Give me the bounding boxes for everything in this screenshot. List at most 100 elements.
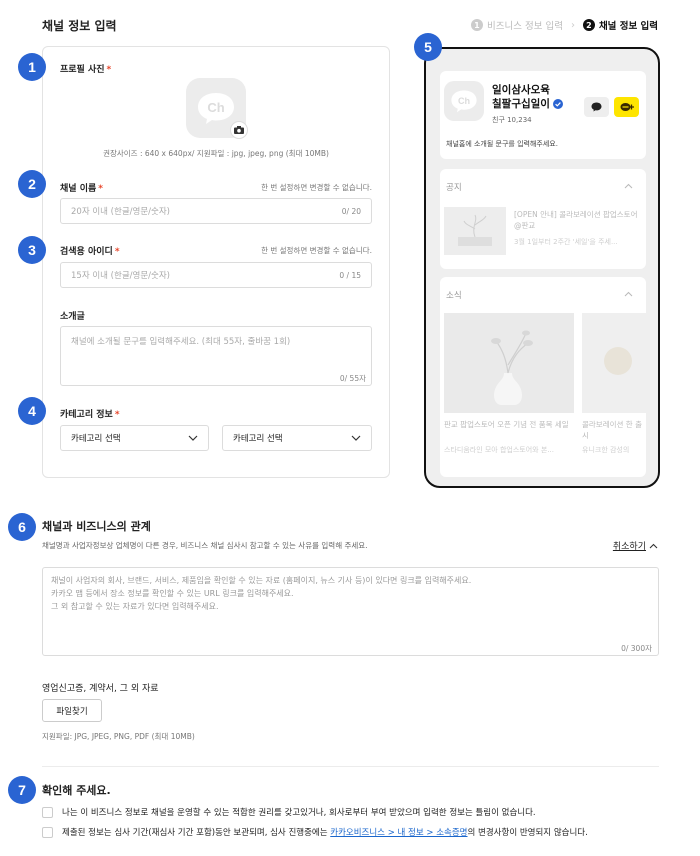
badge-7: 7 — [8, 776, 36, 804]
channel-placeholder-icon: Ch — [198, 93, 234, 124]
search-id-input[interactable]: 15자 이내 (한글/영문/숫자) 0 / 15 — [60, 262, 372, 288]
search-id-note: 한 번 설정하면 변경할 수 없습니다. — [261, 246, 372, 255]
channel-name-note: 한 번 설정하면 변경할 수 없습니다. — [261, 183, 372, 192]
preview-avatar: Ch — [444, 81, 484, 121]
preview-channel-name-line2: 칠팔구십일이 — [492, 98, 550, 110]
channel-preview-phone: Ch 일이삼사오육 칠팔구십일이 친구 10,234 채널홈에 소개될 문구를 … — [424, 47, 660, 488]
required-mark: * — [114, 410, 120, 420]
relation-counter: 0/ 300자 — [621, 644, 652, 653]
search-id-label-text: 검색용 아이디 — [60, 247, 113, 257]
preview-add-friend-button[interactable] — [614, 97, 639, 117]
preview-channel-name-line2-row: 칠팔구십일이 — [492, 97, 563, 111]
category-select-secondary-value: 카테고리 선택 — [233, 434, 283, 444]
confirm-check-1-text: 나는 이 비즈니스 정보로 채널을 운영할 수 있는 적합한 권리를 갖고있거나… — [62, 808, 536, 818]
badge-3: 3 — [18, 236, 46, 264]
vase-photo-image — [444, 313, 574, 413]
badge-6: 6 — [8, 513, 36, 541]
file-find-button[interactable]: 파일찾기 — [42, 699, 102, 722]
confirm-check-2-text: 제출된 정보는 심사 기간(재심사 기간 포함)동안 보관되며, 심사 진행중에… — [62, 826, 588, 838]
category-select-secondary[interactable]: 카테고리 선택 — [222, 425, 372, 451]
preview-news-item-1-sub: 스타디움라인 모아 합업스토어와 본... — [444, 446, 554, 454]
step-1-number: 1 — [470, 19, 483, 31]
required-mark: * — [98, 184, 103, 194]
relation-section-desc: 채널명과 사업자정보상 업체명이 다른 경우, 비즈니스 채널 심사시 참고할 … — [42, 541, 368, 550]
preview-notice-card: 공지 [OPEN 안내] 콜라보레이션 팝업스토어 @판교 3월 1일부터 2주… — [440, 169, 646, 269]
step-1: 1 비즈니스 정보 입력 — [470, 18, 563, 32]
page-title: 채널 정보 입력 — [42, 19, 117, 33]
section-divider — [42, 766, 659, 767]
confirm-check-1-row: 나는 이 비즈니스 정보로 채널을 운영할 수 있는 적합한 권리를 갖고있거나… — [42, 806, 536, 818]
confirm-check-2-row: 제출된 정보는 심사 기간(재심사 기간 포함)동안 보관되며, 심사 진행중에… — [42, 826, 588, 838]
step-1-label: 비즈니스 정보 입력 — [486, 21, 563, 32]
preview-news-title: 소식 — [446, 291, 462, 301]
documents-label: 영업신고증, 계약서, 그 외 자료 — [42, 684, 159, 694]
search-id-counter: 0 / 15 — [339, 270, 361, 280]
chevron-down-icon — [188, 435, 198, 441]
preview-notice-thumbnail — [444, 207, 506, 255]
preview-notice-post-sub: 3월 1일부터 2주간 '세일'을 주세... — [514, 238, 618, 246]
preview-news-image-1 — [444, 313, 574, 413]
preview-friends-count: 친구 10,234 — [492, 116, 532, 124]
notice-photo-image — [444, 207, 506, 255]
file-hint: 지원파일: JPG, JPEG, PNG, PDF (최대 10MB) — [42, 732, 195, 741]
preview-news-item-2-title: 콜라보레이션 한 출시 — [582, 420, 642, 440]
preview-channel-name: 일이삼사오육 칠팔구십일이 — [492, 83, 563, 111]
confirm-check-2-post: 의 변경사항이 반영되지 않습니다. — [467, 828, 588, 838]
category-label: 카테고리 정보 * — [60, 407, 120, 420]
chevron-up-icon — [649, 543, 658, 548]
avatar-text: Ch — [207, 100, 224, 115]
step-2-label: 채널 정보 입력 — [598, 21, 658, 32]
confirm-check-1[interactable] — [42, 806, 53, 818]
intro-textarea[interactable]: 채널에 소개될 문구를 입력해주세요. (최대 55자, 줄바꿈 1회) — [60, 326, 372, 386]
profile-photo-label: 프로필 사진 * — [60, 62, 111, 75]
preview-channel-name-line1: 일이삼사오육 — [492, 84, 550, 96]
channel-name-input[interactable]: 20자 이내 (한글/영문/숫자) 0/ 20 — [60, 198, 372, 224]
profile-photo-label-text: 프로필 사진 — [60, 65, 105, 75]
verified-badge-icon — [552, 99, 563, 109]
relation-cancel-label: 취소하기 — [612, 542, 646, 552]
chat-bubble-icon — [591, 102, 602, 112]
channel-name-label: 채널 이름 * — [60, 181, 103, 194]
category-label-text: 카테고리 정보 — [60, 410, 113, 420]
badge-2: 2 — [18, 170, 46, 198]
required-mark: * — [114, 247, 120, 257]
preview-avatar-text: Ch — [458, 96, 470, 106]
relation-cancel-link[interactable]: 취소하기 — [613, 539, 658, 552]
preview-notice-title: 공지 — [446, 183, 462, 193]
relation-textarea[interactable]: 채널이 사업자의 회사, 브랜드, 서비스, 제품임을 확인할 수 있는 자료 … — [42, 567, 659, 656]
preview-profile-card: Ch 일이삼사오육 칠팔구십일이 친구 10,234 채널홈에 소개될 문구를 … — [440, 71, 646, 159]
channel-name-placeholder: 20자 이내 (한글/영문/숫자) — [71, 207, 170, 217]
camera-icon — [234, 126, 244, 134]
relation-section-title: 채널과 비즈니스의 관계 — [42, 520, 151, 533]
intro-label: 소개글 — [60, 312, 85, 322]
channel-name-counter: 0/ 20 — [341, 206, 361, 216]
chevron-down-icon — [351, 435, 361, 441]
channel-name-label-text: 채널 이름 — [60, 184, 97, 194]
chevron-up-icon — [624, 291, 633, 297]
camera-button[interactable] — [230, 121, 248, 139]
step-separator-icon: › — [570, 19, 575, 31]
relation-placeholder-line-2: 카카오 맵 등에서 장소 정보를 확인할 수 있는 URL 링크를 입력해주세요… — [51, 589, 294, 598]
relation-placeholder-line-1: 채널이 사업자의 회사, 브랜드, 서비스, 제품임을 확인할 수 있는 자료 … — [51, 576, 472, 585]
preview-news-image-2 — [582, 313, 646, 413]
product-photo-image — [582, 313, 646, 413]
channel-placeholder-icon: Ch — [451, 90, 477, 113]
search-id-label: 검색용 아이디 * — [60, 244, 120, 257]
preview-chat-button[interactable] — [584, 97, 609, 117]
confirm-section-title: 확인해 주세요. — [42, 784, 111, 797]
search-id-placeholder: 15자 이내 (한글/영문/숫자) — [71, 271, 170, 281]
preview-news-item-2-sub: 유니크한 감성의 — [582, 446, 630, 454]
preview-intro: 채널홈에 소개될 문구를 입력해주세요. — [446, 140, 558, 148]
confirm-check-2-pre: 제출된 정보는 심사 기간(재심사 기간 포함)동안 보관되며, 심사 진행중에… — [62, 828, 331, 838]
badge-4: 4 — [18, 397, 46, 425]
confirm-check-2[interactable] — [42, 826, 53, 838]
add-friend-icon — [620, 103, 634, 111]
badge-5: 5 — [414, 33, 442, 61]
category-select-primary[interactable]: 카테고리 선택 — [60, 425, 209, 451]
badge-1: 1 — [18, 53, 46, 81]
step-2: 2 채널 정보 입력 — [582, 18, 658, 32]
preview-news-card: 소식 판교 팝업스토어 오픈 기념 전 품목 세일 스타디움라인 모아 합업스토… — [440, 277, 646, 477]
membership-proof-link[interactable]: 카카오비즈니스 > 내 정보 > 소속증명 — [330, 828, 467, 838]
preview-news-item-1-title: 판교 팝업스토어 오픈 기념 전 품목 세일 — [444, 420, 569, 429]
step-indicator: 1 비즈니스 정보 입력 › 2 채널 정보 입력 — [470, 18, 658, 32]
